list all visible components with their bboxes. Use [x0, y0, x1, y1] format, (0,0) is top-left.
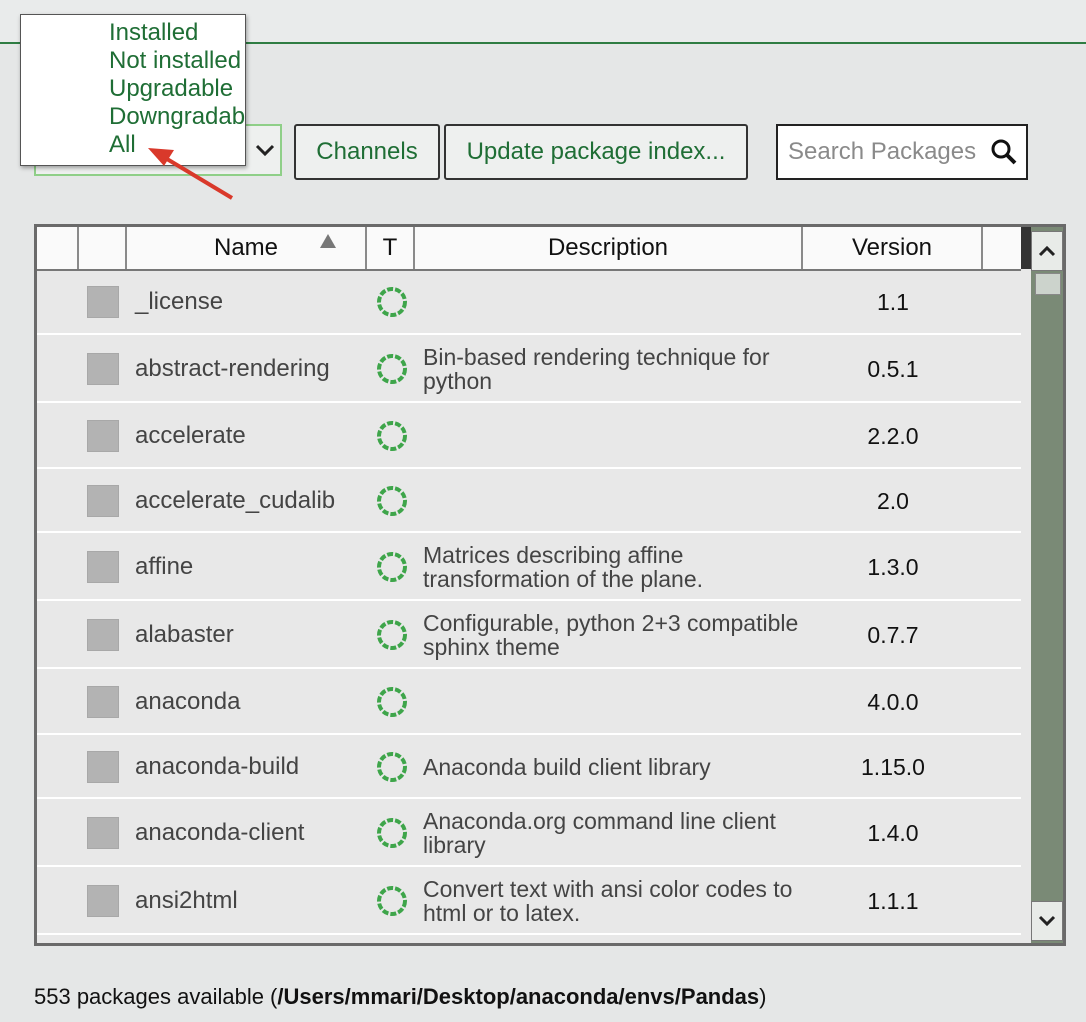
- dropdown-option-installed[interactable]: Installed: [109, 19, 198, 47]
- header-description-label: Description: [547, 234, 669, 261]
- package-checkbox[interactable]: [87, 551, 119, 583]
- package-version: 1.1.1: [867, 888, 919, 914]
- scroll-down-button[interactable]: [1031, 901, 1063, 941]
- conda-package-icon: [377, 421, 407, 451]
- sort-ascending-icon: [320, 234, 336, 248]
- table-row[interactable]: accelerate 2.2.0: [37, 403, 1021, 469]
- table-row[interactable]: accelerate_cudalib 2.0: [37, 469, 1021, 533]
- package-description: Anaconda build client library: [423, 754, 711, 780]
- package-version: 1.3.0: [867, 554, 919, 580]
- conda-package-icon: [377, 886, 407, 916]
- package-version: 1.4.0: [867, 820, 919, 846]
- package-version: 0.7.7: [867, 622, 919, 648]
- scroll-thumb[interactable]: [1035, 273, 1061, 295]
- scroll-up-button[interactable]: [1031, 231, 1063, 271]
- conda-package-icon: [377, 552, 407, 582]
- table-row[interactable]: anaconda-client Anaconda.org command line…: [37, 799, 1021, 867]
- header-type[interactable]: T: [367, 227, 415, 269]
- package-checkbox[interactable]: [87, 817, 119, 849]
- vertical-scrollbar[interactable]: [1031, 227, 1063, 943]
- header-name-label: Name: [213, 234, 279, 261]
- table-header: Name T Description Version: [37, 227, 1021, 271]
- package-name: anaconda-client: [135, 819, 305, 846]
- table-row[interactable]: anaconda 4.0.0: [37, 669, 1021, 735]
- search-box[interactable]: [776, 124, 1028, 180]
- environment-path: /Users/mmari/Desktop/anaconda/envs/Panda…: [277, 984, 760, 1009]
- package-version: 2.0: [877, 488, 909, 514]
- package-name: alabaster: [135, 621, 234, 648]
- package-checkbox[interactable]: [87, 686, 119, 718]
- channels-button[interactable]: Channels: [294, 124, 440, 180]
- package-checkbox[interactable]: [87, 885, 119, 917]
- package-checkbox[interactable]: [87, 751, 119, 783]
- conda-package-icon: [377, 620, 407, 650]
- chevron-down-icon[interactable]: [248, 124, 282, 176]
- package-checkbox[interactable]: [87, 619, 119, 651]
- package-version: 2.2.0: [867, 423, 919, 449]
- conda-package-icon: [377, 818, 407, 848]
- dropdown-option-upgradable[interactable]: Upgradable: [109, 75, 233, 103]
- table-row[interactable]: abstract-rendering Bin-based rendering te…: [37, 335, 1021, 403]
- package-name: abstract-rendering: [135, 355, 330, 382]
- header-checkbox-col[interactable]: [79, 227, 127, 269]
- package-description: Configurable, python 2+3 compatible sphi…: [423, 610, 799, 660]
- package-count-text: 553 packages available (: [34, 984, 278, 1009]
- header-type-label: T: [382, 234, 398, 261]
- package-description: Anaconda.org command line client library: [423, 808, 776, 858]
- header-blank-2: [983, 227, 1021, 269]
- table-row[interactable]: _license 1.1: [37, 269, 1021, 335]
- annotation-arrow: [148, 148, 234, 200]
- conda-package-icon: [377, 354, 407, 384]
- package-version: 1.1: [877, 289, 909, 315]
- package-version: 4.0.0: [867, 689, 919, 715]
- conda-package-icon: [377, 287, 407, 317]
- package-name: ansi2html: [135, 887, 238, 914]
- package-description: Matrices describing affine transformatio…: [423, 542, 703, 592]
- search-input[interactable]: [786, 137, 990, 167]
- conda-package-icon: [377, 752, 407, 782]
- package-name: affine: [135, 553, 194, 580]
- status-close-paren: ): [759, 984, 767, 1009]
- table-row[interactable]: ansi2html Convert text with ansi color co…: [37, 867, 1021, 935]
- header-description[interactable]: Description: [415, 227, 803, 269]
- package-table: Name T Description Version _license 1.1 ab…: [34, 224, 1066, 946]
- table-row[interactable]: affine Matrices describing affine transfo…: [37, 533, 1021, 601]
- header-scroll-corner: [1021, 227, 1031, 269]
- package-name: accelerate_cudalib: [135, 487, 336, 514]
- header-version-label: Version: [851, 234, 933, 261]
- package-checkbox[interactable]: [87, 420, 119, 452]
- package-checkbox[interactable]: [87, 353, 119, 385]
- package-name: anaconda-build: [135, 753, 300, 780]
- package-checkbox[interactable]: [87, 286, 119, 318]
- table-row[interactable]: alabaster Configurable, python 2+3 compat…: [37, 601, 1021, 669]
- package-name: accelerate: [135, 422, 246, 449]
- dropdown-option-not-installed[interactable]: Not installed: [109, 47, 241, 75]
- package-version: 0.5.1: [867, 356, 919, 382]
- package-version: 1.15.0: [861, 754, 925, 780]
- package-description: Convert text with ansi color codes to ht…: [423, 876, 793, 926]
- search-icon[interactable]: [990, 138, 1018, 171]
- conda-package-icon: [377, 486, 407, 516]
- update-index-button[interactable]: Update package index...: [444, 124, 748, 180]
- package-name: anaconda: [135, 688, 241, 715]
- header-version[interactable]: Version: [803, 227, 983, 269]
- package-name: _license: [135, 288, 224, 315]
- chevron-down-icon: [1038, 915, 1056, 927]
- header-blank-1[interactable]: [37, 227, 79, 269]
- dropdown-option-all[interactable]: All: [109, 131, 136, 159]
- conda-package-icon: [377, 687, 407, 717]
- package-checkbox[interactable]: [87, 485, 119, 517]
- package-description: Bin-based rendering technique for python: [423, 344, 770, 394]
- chevron-up-icon: [1038, 245, 1056, 257]
- dropdown-option-downgradable[interactable]: Downgradab: [109, 103, 245, 131]
- table-row[interactable]: anaconda-build Anaconda build client libr…: [37, 735, 1021, 799]
- status-bar: 553 packages available (/Users/mmari/Des…: [34, 984, 766, 1010]
